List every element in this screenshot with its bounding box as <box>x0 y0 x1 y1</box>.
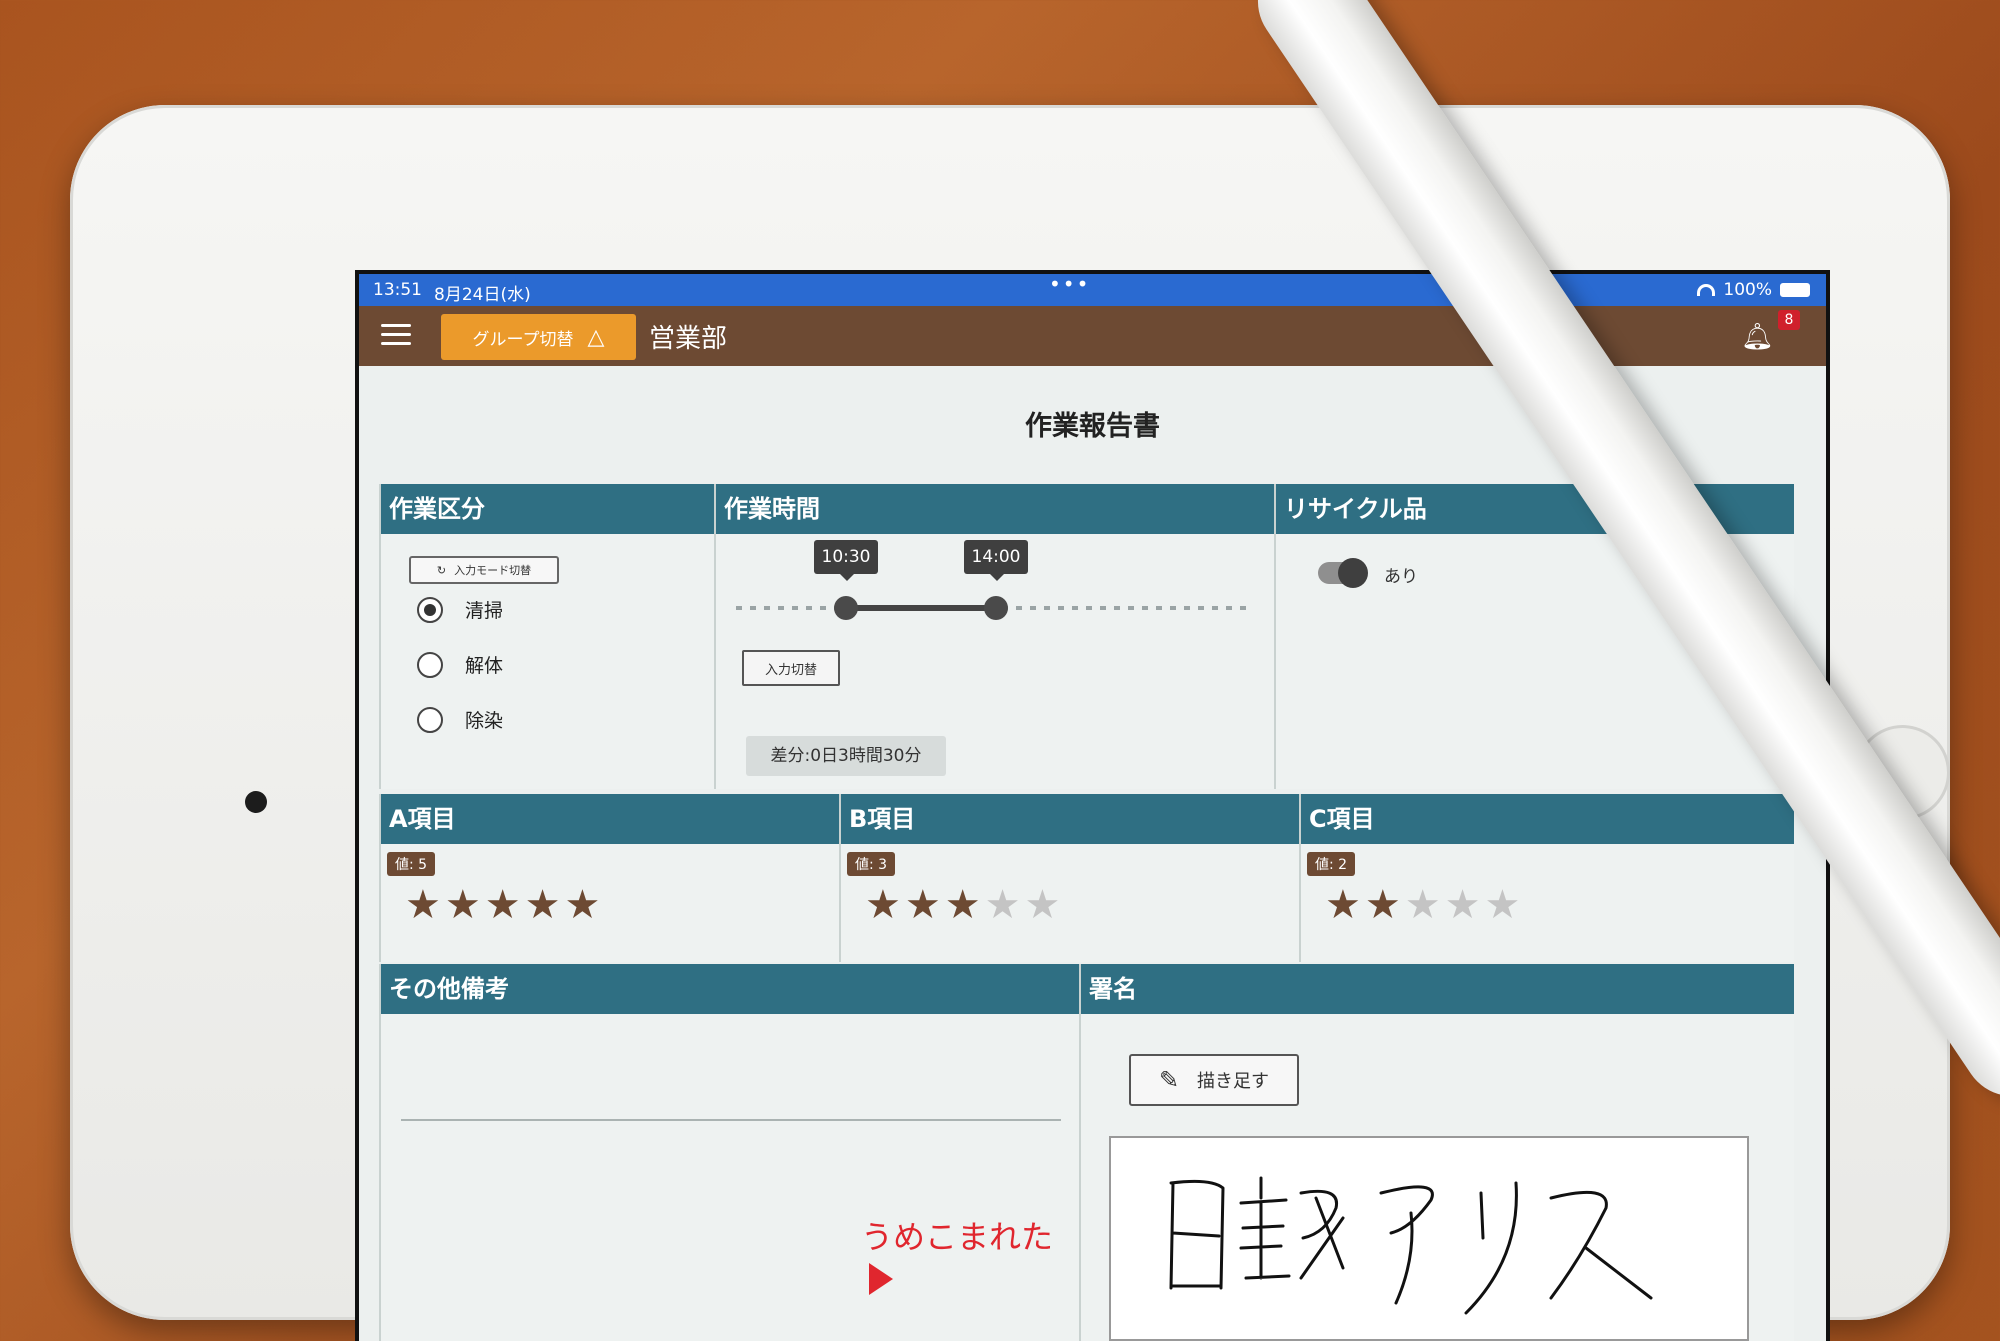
bell-icon[interactable]: 🔔︎ <box>1741 322 1774 352</box>
rating-a-value-badge: 値: 5 <box>387 852 436 876</box>
rating-c-stars[interactable]: ★★★★★ <box>1325 882 1524 928</box>
status-date: 8月24日(水) <box>434 285 531 305</box>
star-empty-icon[interactable]: ★ <box>1484 882 1524 928</box>
warning-triangle-icon: △ <box>587 324 605 350</box>
rating-b-header: B項目 <box>841 794 1299 844</box>
star-filled-icon[interactable]: ★ <box>485 882 525 928</box>
notification-badge: 8 <box>1778 310 1800 330</box>
ipad-device: 13:51 8月24日(水) ••• 100% グループ切替 △ 営業部 🔔︎ … <box>70 105 1950 1341</box>
wifi-icon <box>1697 284 1716 296</box>
work-type-section: 作業区分 ↻ 入力モード切替 清掃 解体 除染 <box>379 484 714 789</box>
radio-label: 除染 <box>465 710 504 732</box>
star-empty-icon[interactable]: ★ <box>1445 882 1485 928</box>
annotation-label: うめこまれた <box>861 1212 1079 1296</box>
recycle-toggle-switch[interactable] <box>1318 558 1368 588</box>
star-empty-icon[interactable]: ★ <box>1024 882 1064 928</box>
radio-label: 解体 <box>465 655 504 677</box>
battery-percent: 100% <box>1723 280 1772 300</box>
status-time: 13:51 <box>373 280 422 300</box>
multitask-dots[interactable]: ••• <box>1049 274 1090 296</box>
group-switch-button[interactable]: グループ切替 △ <box>441 314 636 360</box>
star-empty-icon[interactable]: ★ <box>985 882 1025 928</box>
draw-more-button[interactable]: ✎ 描き足す <box>1129 1054 1299 1106</box>
star-empty-icon[interactable]: ★ <box>1405 882 1445 928</box>
star-filled-icon[interactable]: ★ <box>405 882 445 928</box>
start-time-knob[interactable] <box>834 596 858 620</box>
remarks-input[interactable] <box>401 1119 1061 1121</box>
work-time-section: 作業時間 10:30 14:00 入力切替 差分:0日3時間30分 <box>714 484 1274 789</box>
rating-a-stars[interactable]: ★★★★★ <box>405 882 604 928</box>
annotation-text: うめこまれた <box>861 1218 1054 1256</box>
star-filled-icon[interactable]: ★ <box>525 882 565 928</box>
pencil-icon: ✎ <box>1158 1066 1180 1094</box>
radio-unchecked-icon <box>417 706 443 733</box>
star-filled-icon[interactable]: ★ <box>865 882 905 928</box>
star-filled-icon[interactable]: ★ <box>445 882 485 928</box>
radio-checked-icon <box>417 596 443 623</box>
status-indicators: 100% <box>1697 280 1810 300</box>
rating-b-section: B項目 値: 3 ★★★★★ <box>839 794 1299 962</box>
radio-unchecked-icon <box>417 651 443 678</box>
rating-b-stars[interactable]: ★★★★★ <box>865 882 1064 928</box>
battery-icon <box>1780 283 1810 297</box>
group-switch-label: グループ切替 <box>472 329 574 350</box>
status-bar: 13:51 8月24日(水) ••• 100% <box>359 274 1826 306</box>
radio-option-cleaning[interactable]: 清掃 <box>417 596 503 623</box>
start-time-tooltip: 10:30 <box>814 540 878 581</box>
input-switch-button[interactable]: 入力切替 <box>742 650 840 686</box>
hamburger-menu-icon[interactable] <box>381 324 411 348</box>
rating-a-header: A項目 <box>381 794 839 844</box>
rating-b-value-badge: 値: 3 <box>847 852 896 876</box>
star-filled-icon[interactable]: ★ <box>564 882 604 928</box>
draw-more-label: 描き足す <box>1197 1071 1270 1092</box>
time-slider-range <box>844 605 994 611</box>
star-filled-icon[interactable]: ★ <box>905 882 945 928</box>
rating-c-header: C項目 <box>1301 794 1794 844</box>
work-type-header: 作業区分 <box>381 484 714 534</box>
input-mode-switch-button[interactable]: ↻ 入力モード切替 <box>409 556 559 584</box>
signature-header: 署名 <box>1081 964 1794 1014</box>
recycle-toggle-label: あり <box>1384 567 1418 587</box>
signature-drawing <box>1169 1176 1653 1315</box>
end-time-knob[interactable] <box>984 596 1008 620</box>
radio-option-dismantle[interactable]: 解体 <box>417 651 503 678</box>
radio-option-decontamination[interactable]: 除染 <box>417 706 503 733</box>
department-title: 営業部 <box>649 324 728 354</box>
star-filled-icon[interactable]: ★ <box>1365 882 1405 928</box>
rating-c-section: C項目 値: 2 ★★★★★ <box>1299 794 1794 962</box>
star-filled-icon[interactable]: ★ <box>945 882 985 928</box>
input-mode-switch-label: 入力モード切替 <box>454 564 532 577</box>
time-difference-label: 差分:0日3時間30分 <box>746 736 946 776</box>
remarks-section: その他備考 うめこまれた <box>379 964 1079 1341</box>
remarks-header: その他備考 <box>381 964 1079 1014</box>
work-time-header: 作業時間 <box>716 484 1274 534</box>
rating-c-value-badge: 値: 2 <box>1307 852 1356 876</box>
signature-canvas[interactable] <box>1109 1136 1749 1341</box>
refresh-icon: ↻ <box>436 563 447 577</box>
end-time-tooltip: 14:00 <box>964 540 1028 581</box>
rating-a-section: A項目 値: 5 ★★★★★ <box>379 794 839 962</box>
front-camera <box>245 791 267 813</box>
red-arrow-icon <box>869 1263 893 1295</box>
signature-section: 署名 ✎ 描き足す <box>1079 964 1794 1341</box>
radio-label: 清掃 <box>465 600 504 622</box>
star-filled-icon[interactable]: ★ <box>1325 882 1365 928</box>
